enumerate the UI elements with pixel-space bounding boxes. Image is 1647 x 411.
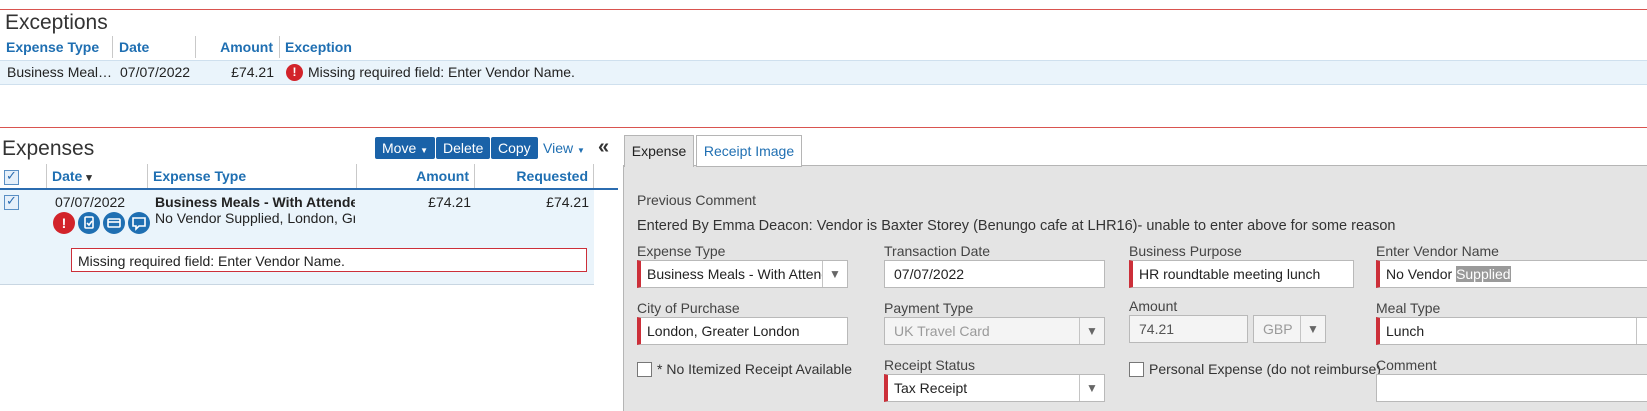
exclamation-icon[interactable]: ! xyxy=(53,212,75,234)
delete-button[interactable]: Delete xyxy=(436,137,491,159)
meal-type-value: Lunch xyxy=(1386,323,1425,339)
transaction-date-input[interactable]: 07/07/2022 xyxy=(884,260,1105,288)
transaction-date-label: Transaction Date xyxy=(884,243,991,259)
expenses-header-date-label: Date xyxy=(52,168,83,184)
exception-row[interactable]: Business Meal… 07/07/2022 £74.21 ! Missi… xyxy=(0,60,1647,85)
expense-row-type: Business Meals - With Attende xyxy=(155,194,355,210)
move-button-label: Move xyxy=(382,140,417,156)
exclamation-icon: ! xyxy=(286,64,303,81)
receipt-status-value: Tax Receipt xyxy=(894,380,968,396)
section-divider xyxy=(0,127,1647,128)
comment-input[interactable] xyxy=(1376,374,1647,402)
tab-receipt-image[interactable]: Receipt Image xyxy=(696,135,802,167)
top-divider xyxy=(0,9,1647,10)
column-separator xyxy=(593,164,594,188)
chevron-down-icon xyxy=(1636,318,1647,344)
vendor-name-value: No Vendor xyxy=(1386,266,1457,282)
exception-row-expense-type: Business Meal… xyxy=(7,64,113,80)
expense-row-date: 07/07/2022 xyxy=(55,194,126,210)
exceptions-header-expense-type[interactable]: Expense Type xyxy=(6,39,99,55)
city-input[interactable]: London, Greater London xyxy=(637,317,848,345)
expense-row[interactable]: 07/07/2022 Business Meals - With Attende… xyxy=(0,190,594,285)
column-separator xyxy=(112,36,113,58)
move-button[interactable]: Move ▼ xyxy=(375,137,436,159)
meal-type-select[interactable]: Lunch xyxy=(1376,317,1647,345)
select-all-checkbox[interactable] xyxy=(4,168,19,185)
no-receipt-checkbox[interactable] xyxy=(637,362,652,377)
column-separator xyxy=(279,36,280,58)
no-receipt-label: * No Itemized Receipt Available xyxy=(657,361,853,377)
expense-row-amount: £74.21 xyxy=(428,194,471,210)
business-purpose-label: Business Purpose xyxy=(1129,243,1242,259)
exceptions-title: Exceptions xyxy=(5,11,108,34)
exceptions-header-exception[interactable]: Exception xyxy=(285,39,352,55)
personal-expense-checkbox[interactable] xyxy=(1129,362,1144,377)
view-menu-label: View xyxy=(543,140,574,156)
card-icon[interactable] xyxy=(103,212,125,234)
expense-type-label: Expense Type xyxy=(637,243,726,259)
exceptions-header-amount[interactable]: Amount xyxy=(196,39,273,55)
tab-expense[interactable]: Expense xyxy=(624,135,694,167)
receipt-status-select[interactable]: Tax Receipt ▼ xyxy=(884,374,1105,402)
row-checkbox[interactable] xyxy=(4,193,19,210)
currency-value: GBP xyxy=(1263,321,1293,337)
city-label: City of Purchase xyxy=(637,300,740,316)
row-error-message: Missing required field: Enter Vendor Nam… xyxy=(71,248,587,272)
chevron-down-icon: ▼ xyxy=(1079,318,1104,344)
previous-comment-label: Previous Comment xyxy=(637,192,757,208)
exception-row-amount: £74.21 xyxy=(231,64,274,80)
previous-comment-text: Entered By Emma Deacon: Vendor is Baxter… xyxy=(637,218,1396,234)
expense-type-select[interactable]: Business Meals - With Attend ▼ xyxy=(637,260,848,288)
meal-type-label: Meal Type xyxy=(1376,300,1441,316)
caret-down-icon: ▼ xyxy=(576,146,585,155)
currency-select[interactable]: GBP ▼ xyxy=(1253,315,1326,343)
expenses-header-requested[interactable]: Requested xyxy=(475,168,588,184)
amount-label: Amount xyxy=(1129,298,1178,314)
view-menu[interactable]: View ▼ xyxy=(543,140,585,156)
payment-type-value: UK Travel Card xyxy=(894,323,990,339)
exception-row-message: Missing required field: Enter Vendor Nam… xyxy=(308,64,575,80)
expenses-header-amount[interactable]: Amount xyxy=(357,168,469,184)
chevron-down-icon: ▼ xyxy=(1079,375,1104,401)
payment-type-label: Payment Type xyxy=(884,300,974,316)
expense-row-details: No Vendor Supplied, London, Gre xyxy=(155,210,355,226)
vendor-name-input[interactable]: No Vendor Supplied xyxy=(1376,260,1647,288)
collapse-panel-icon[interactable]: « xyxy=(598,136,609,159)
vendor-name-selected-text: Supplied xyxy=(1456,266,1511,282)
copy-button[interactable]: Copy xyxy=(491,137,538,159)
expense-type-value: Business Meals - With Attend xyxy=(647,266,830,282)
caret-down-icon: ▼ xyxy=(420,146,429,155)
expenses-header-date[interactable]: Date ▾ xyxy=(52,168,92,184)
column-separator xyxy=(46,164,47,188)
chevron-down-icon: ▼ xyxy=(1300,316,1325,342)
business-purpose-input[interactable]: HR roundtable meeting lunch xyxy=(1129,260,1354,288)
exceptions-header-date[interactable]: Date xyxy=(119,39,149,55)
expenses-header-expense-type[interactable]: Expense Type xyxy=(153,168,246,184)
expense-row-requested: £74.21 xyxy=(546,194,589,210)
amount-input[interactable]: 74.21 xyxy=(1129,315,1248,343)
chevron-down-icon: ▼ xyxy=(822,261,847,287)
receipt-status-label: Receipt Status xyxy=(884,357,976,373)
payment-type-select[interactable]: UK Travel Card ▼ xyxy=(884,317,1105,345)
personal-expense-label: Personal Expense (do not reimburse) xyxy=(1149,361,1381,377)
column-separator xyxy=(147,164,148,188)
vendor-name-label: Enter Vendor Name xyxy=(1376,243,1499,259)
sort-desc-icon: ▾ xyxy=(86,172,92,184)
expenses-title: Expenses xyxy=(2,137,95,160)
exception-row-date: 07/07/2022 xyxy=(120,64,191,80)
comment-icon[interactable] xyxy=(128,212,150,234)
receipt-icon[interactable] xyxy=(78,212,100,234)
comment-label: Comment xyxy=(1376,357,1437,373)
